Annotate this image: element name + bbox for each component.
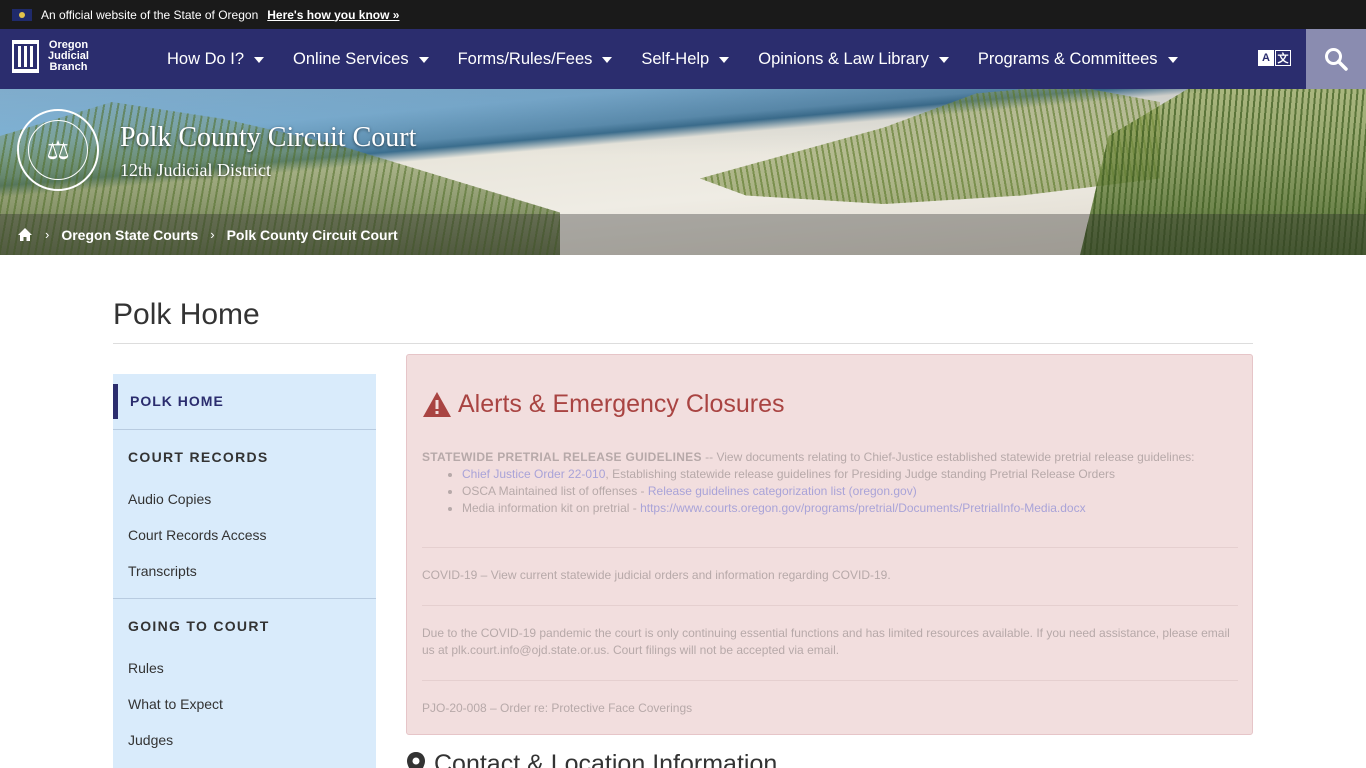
nav-how-do-i[interactable]: How Do I? bbox=[167, 50, 265, 69]
page-title: Polk Home bbox=[113, 298, 260, 331]
sidebar-heading-court-records: COURT RECORDS bbox=[128, 449, 269, 465]
official-site-banner: An official website of the State of Oreg… bbox=[0, 0, 1366, 29]
court-email-link[interactable]: plk.court.info@ojd.state.or.us bbox=[451, 643, 606, 657]
chief-justice-order-link[interactable]: Chief Justice Order 22-010 bbox=[462, 467, 605, 481]
pretrial-list: Chief Justice Order 22-010, Establishing… bbox=[462, 466, 1242, 517]
hero-banner: ⚖ Polk County Circuit Court 12th Judicia… bbox=[0, 89, 1366, 255]
caret-down-icon bbox=[418, 57, 429, 63]
alert-divider bbox=[422, 547, 1238, 548]
contact-heading: Contact & Location Information bbox=[406, 750, 777, 768]
alert-divider bbox=[422, 605, 1238, 606]
official-site-text: An official website of the State of Oreg… bbox=[41, 7, 259, 22]
translate-icon: A bbox=[1258, 50, 1274, 66]
heres-how-you-know-link[interactable]: Here's how you know » bbox=[267, 8, 399, 22]
alert-heading: Alerts & Emergency Closures bbox=[422, 390, 785, 419]
media-kit-link[interactable]: https://www.courts.oregon.gov/programs/p… bbox=[640, 501, 1086, 515]
pretrial-lead: STATEWIDE PRETRIAL RELEASE GUIDELINES --… bbox=[422, 450, 1195, 464]
pjo-order-link[interactable]: PJO-20-008 – Order re: Protective Face C… bbox=[422, 701, 692, 715]
ojd-logo-link[interactable]: Oregon Judicial Branch bbox=[12, 40, 89, 73]
breadcrumb-oregon-state-courts[interactable]: Oregon State Courts bbox=[61, 227, 198, 243]
caret-down-icon bbox=[719, 57, 730, 63]
alert-divider bbox=[422, 680, 1238, 681]
breadcrumb-polk-county-circuit-court[interactable]: Polk County Circuit Court bbox=[227, 227, 398, 243]
pandemic-notice: Due to the COVID-19 pandemic the court i… bbox=[422, 626, 1230, 657]
caret-down-icon bbox=[1167, 57, 1178, 63]
brand-text: Oregon Judicial Branch bbox=[48, 39, 89, 73]
sidebar-divider bbox=[113, 429, 376, 430]
release-guidelines-link[interactable]: Release guidelines categorization list (… bbox=[648, 484, 917, 498]
sidebar-item-rules[interactable]: Rules bbox=[128, 660, 164, 676]
sidebar-item-polk-home[interactable]: POLK HOME bbox=[113, 384, 376, 419]
caret-down-icon bbox=[254, 57, 265, 63]
pjo-notice: PJO-20-008 – Order re: Protective Face C… bbox=[422, 700, 1242, 717]
breadcrumb: › Oregon State Courts › Polk County Circ… bbox=[0, 214, 1366, 255]
home-icon[interactable] bbox=[17, 227, 33, 242]
nav-opinions-law-library[interactable]: Opinions & Law Library bbox=[758, 50, 949, 69]
sidebar-heading-going-to-court: GOING TO COURT bbox=[128, 618, 270, 634]
covid-notice: COVID-19 – View current statewide judici… bbox=[422, 568, 891, 582]
translate-button[interactable]: A 文 bbox=[1258, 50, 1291, 66]
alert-title: Alerts & Emergency Closures bbox=[458, 390, 785, 418]
translate-icon-cjk: 文 bbox=[1275, 50, 1291, 66]
nav-online-services[interactable]: Online Services bbox=[293, 50, 429, 69]
nav-self-help[interactable]: Self-Help bbox=[641, 50, 730, 69]
list-item: Media information kit on pretrial - http… bbox=[462, 500, 1242, 517]
breadcrumb-separator-icon: › bbox=[210, 227, 215, 242]
judicial-department-seal-icon: ⚖ bbox=[17, 109, 99, 191]
pretrial-guidelines-block: STATEWIDE PRETRIAL RELEASE GUIDELINES --… bbox=[422, 449, 1242, 517]
caret-down-icon bbox=[602, 57, 613, 63]
sidebar-item-what-to-expect[interactable]: What to Expect bbox=[128, 696, 223, 712]
search-button[interactable] bbox=[1306, 29, 1366, 89]
warning-icon bbox=[423, 392, 451, 417]
map-marker-icon bbox=[407, 751, 425, 768]
pillar-logo-icon bbox=[12, 40, 39, 73]
sidebar-item-audio-copies[interactable]: Audio Copies bbox=[128, 491, 211, 507]
nav-menu: How Do I? Online Services Forms/Rules/Fe… bbox=[167, 29, 1207, 89]
sidebar-nav: POLK HOME COURT RECORDS Audio Copies Cou… bbox=[113, 374, 376, 768]
court-title: Polk County Circuit Court bbox=[120, 122, 417, 153]
sidebar-divider bbox=[113, 598, 376, 599]
list-item: Chief Justice Order 22-010, Establishing… bbox=[462, 466, 1242, 483]
breadcrumb-separator-icon: › bbox=[45, 227, 50, 242]
sidebar-item-court-records-access[interactable]: Court Records Access bbox=[128, 527, 267, 543]
covid-orders-link[interactable]: current statewide judicial orders and in… bbox=[520, 568, 891, 582]
title-divider bbox=[113, 343, 1253, 344]
alerts-panel: Alerts & Emergency Closures STATEWIDE PR… bbox=[406, 354, 1253, 735]
caret-down-icon bbox=[938, 57, 949, 63]
list-item: OSCA Maintained list of offenses - Relea… bbox=[462, 483, 1242, 500]
search-icon bbox=[1325, 48, 1348, 71]
oregon-flag-icon bbox=[12, 8, 32, 21]
sidebar-item-judges[interactable]: Judges bbox=[128, 732, 173, 748]
main-navigation: Oregon Judicial Branch How Do I? Online … bbox=[0, 29, 1366, 89]
nav-forms-rules-fees[interactable]: Forms/Rules/Fees bbox=[458, 50, 613, 69]
nav-programs-committees[interactable]: Programs & Committees bbox=[978, 50, 1178, 69]
court-district: 12th Judicial District bbox=[120, 160, 271, 180]
sidebar-item-transcripts[interactable]: Transcripts bbox=[128, 563, 197, 579]
